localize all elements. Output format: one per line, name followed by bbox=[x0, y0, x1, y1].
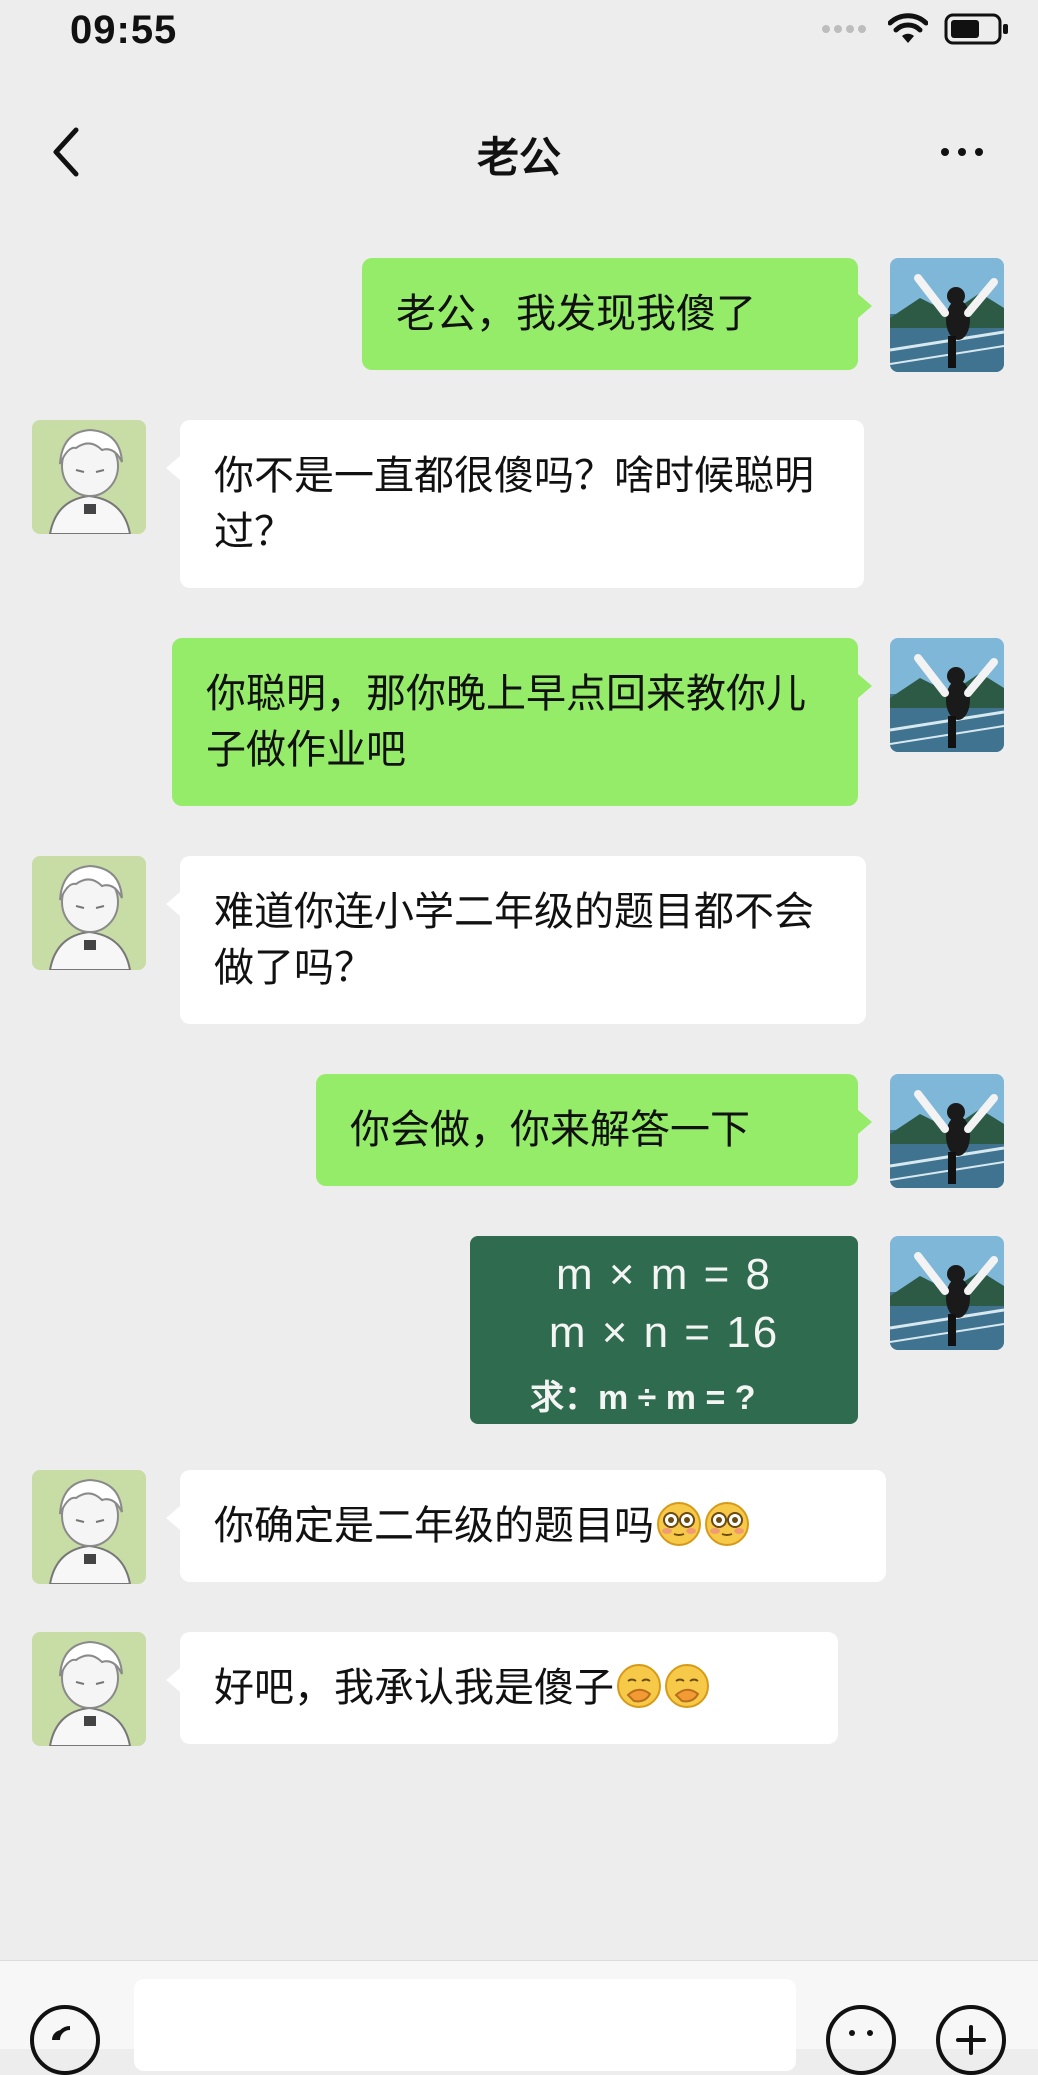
math-problem-image[interactable]: m × m = 8 m × n = 16 求：m ÷ m = ? bbox=[470, 1236, 858, 1424]
math-question: 求：m ÷ m = ? bbox=[530, 1379, 756, 1417]
message-text: 你不是一直都很傻吗？啥时候聪明过？ bbox=[214, 453, 814, 555]
voice-button[interactable] bbox=[30, 2005, 100, 2075]
sent-message[interactable]: 你会做，你来解答一下 bbox=[316, 1074, 872, 1186]
input-bar bbox=[0, 1960, 1038, 2075]
nav-bar: 老公 bbox=[0, 100, 1038, 200]
contact-avatar[interactable] bbox=[32, 1470, 146, 1584]
message-text: 好吧，我承认我是傻子 bbox=[214, 1665, 614, 1711]
math-line-2: m × n = 16 bbox=[548, 1308, 780, 1357]
flushed-face-icon bbox=[705, 1502, 749, 1546]
message-input[interactable] bbox=[134, 1979, 796, 2071]
hand-over-mouth-face-icon bbox=[617, 1664, 661, 1708]
received-message[interactable]: 你不是一直都很傻吗？啥时候聪明过？ bbox=[166, 420, 864, 588]
wifi-icon bbox=[888, 13, 928, 43]
message-text: 老公，我发现我傻了 bbox=[396, 291, 756, 337]
my-avatar[interactable] bbox=[890, 258, 1004, 372]
my-avatar[interactable] bbox=[890, 1074, 1004, 1188]
message-text: 你聪明，那你晚上早点回来教你儿子做作业吧 bbox=[206, 671, 806, 773]
received-message[interactable]: 难道你连小学二年级的题目都不会做了吗？ bbox=[166, 856, 866, 1024]
battery-icon bbox=[944, 13, 1008, 45]
received-message[interactable]: 你确定是二年级的题目吗 bbox=[166, 1470, 886, 1582]
status-bar: 09:55 bbox=[0, 0, 1038, 70]
sent-message[interactable]: 你聪明，那你晚上早点回来教你儿子做作业吧 bbox=[172, 638, 872, 806]
math-line-1: m × m = 8 bbox=[555, 1250, 773, 1299]
status-time: 09:55 bbox=[70, 8, 178, 52]
plus-icon bbox=[956, 2025, 986, 2055]
emoji-icon bbox=[849, 2030, 873, 2036]
plus-button[interactable] bbox=[936, 2005, 1006, 2075]
my-avatar[interactable] bbox=[890, 638, 1004, 752]
contact-avatar[interactable] bbox=[32, 420, 146, 534]
sent-message[interactable]: 老公，我发现我傻了 bbox=[362, 258, 872, 370]
flushed-face-icon bbox=[657, 1502, 701, 1546]
more-horizontal-icon bbox=[941, 148, 949, 156]
contact-avatar[interactable] bbox=[32, 1632, 146, 1746]
chat-title: 老公 bbox=[476, 133, 561, 182]
contact-avatar[interactable] bbox=[32, 856, 146, 970]
received-message[interactable]: 好吧，我承认我是傻子 bbox=[166, 1632, 838, 1744]
more-button[interactable] bbox=[922, 124, 1002, 180]
my-avatar[interactable] bbox=[890, 1236, 1004, 1350]
signal-icon bbox=[822, 25, 866, 33]
message-text: 你会做，你来解答一下 bbox=[350, 1107, 750, 1153]
message-text: 难道你连小学二年级的题目都不会做了吗？ bbox=[214, 889, 814, 991]
message-text: 你确定是二年级的题目吗 bbox=[214, 1503, 654, 1549]
status-icons bbox=[822, 12, 1010, 46]
voice-icon bbox=[52, 2026, 71, 2041]
hand-over-mouth-face-icon bbox=[665, 1664, 709, 1708]
emoji-button[interactable] bbox=[826, 2005, 896, 2075]
